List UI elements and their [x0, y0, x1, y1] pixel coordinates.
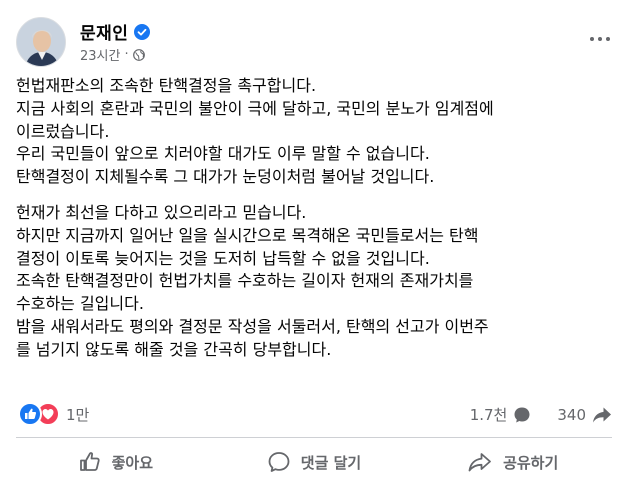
like-button-label: 좋아요 — [111, 453, 154, 472]
post-timestamp[interactable]: 23시간 — [80, 45, 120, 64]
post-header: 문재인 23시간 · — [16, 17, 616, 69]
post-line: 를 넘기지 않도록 해줄 것을 간곡히 당부합니다. — [16, 339, 332, 359]
post-actions: 좋아요 댓글 달기 공유하기 — [16, 440, 612, 484]
comment-button-label: 댓글 달기 — [300, 453, 362, 472]
like-button[interactable]: 좋아요 — [16, 440, 215, 484]
post-line: 지금 사회의 혼란과 국민의 불안이 극에 달하고, 국민의 분노가 임계점에 — [16, 98, 494, 118]
post-line: 이르렀습니다. — [16, 121, 110, 141]
post-line: 밤을 새워서라도 평의와 결정문 작성을 서둘러서, 탄핵의 선고가 이번주 — [16, 316, 489, 336]
post-paragraph: 헌법재판소의 조속한 탄핵결정을 촉구합니다. 지금 사회의 혼란과 국민의 불… — [16, 75, 616, 189]
share-stat[interactable]: 340 — [557, 406, 612, 424]
post-line: 조속한 탄핵결정만이 헌법가치를 수호하는 길이자 헌재의 존재가치를 — [16, 271, 474, 291]
reaction-count[interactable]: 1만 — [66, 404, 89, 425]
post-line: 우리 국민들이 앞으로 치러야할 대가도 이루 말할 수 없습니다. — [16, 144, 430, 164]
globe-icon[interactable] — [132, 48, 145, 61]
comment-stat[interactable]: 1.7천 — [470, 404, 532, 425]
share-icon — [468, 453, 491, 472]
meta-separator: · — [124, 47, 129, 62]
share-arrow-icon — [593, 407, 611, 422]
post-line: 하지만 지금까지 일어난 일을 실시간으로 목격해온 국민들로서는 탄핵 — [16, 225, 479, 245]
post-line: 헌재가 최선을 다하고 있으리라고 믿습니다. — [16, 202, 307, 222]
author-name[interactable]: 문재인 — [80, 19, 128, 44]
post-line: 탄핵결정이 지체될수록 그 대가가 눈덩이처럼 불어날 것입니다. — [16, 167, 435, 187]
comment-button[interactable]: 댓글 달기 — [215, 440, 414, 484]
thumbs-up-icon — [79, 452, 100, 471]
post-meta: 23시간 · — [80, 45, 145, 64]
action-divider — [16, 437, 612, 438]
author-avatar[interactable] — [16, 17, 66, 67]
share-count[interactable]: 340 — [557, 406, 586, 424]
like-reaction-icon — [18, 402, 42, 426]
share-button[interactable]: 공유하기 — [413, 440, 612, 484]
comment-icon — [268, 452, 290, 472]
more-options-icon[interactable] — [586, 29, 614, 49]
post-line: 수호하는 길입니다. — [16, 294, 144, 314]
post-text: 헌법재판소의 조속한 탄핵결정을 촉구합니다. 지금 사회의 혼란과 국민의 불… — [16, 75, 616, 362]
share-button-label: 공유하기 — [503, 453, 559, 472]
post-line: 헌법재판소의 조속한 탄핵결정을 촉구합니다. — [16, 76, 317, 95]
post-line: 결정이 이토록 늦어지는 것을 도저히 납득할 수 없을 것입니다. — [16, 248, 430, 268]
comment-count[interactable]: 1.7천 — [470, 404, 508, 425]
post-stats: 1.7천 340 — [470, 404, 612, 425]
post-paragraph: 헌재가 최선을 다하고 있으리라고 믿습니다. 하지만 지금까지 일어난 일을 … — [16, 202, 616, 362]
comment-bubble-icon — [514, 407, 530, 422]
reaction-summary[interactable]: 1만 — [18, 402, 89, 426]
verified-badge-icon — [134, 23, 151, 40]
